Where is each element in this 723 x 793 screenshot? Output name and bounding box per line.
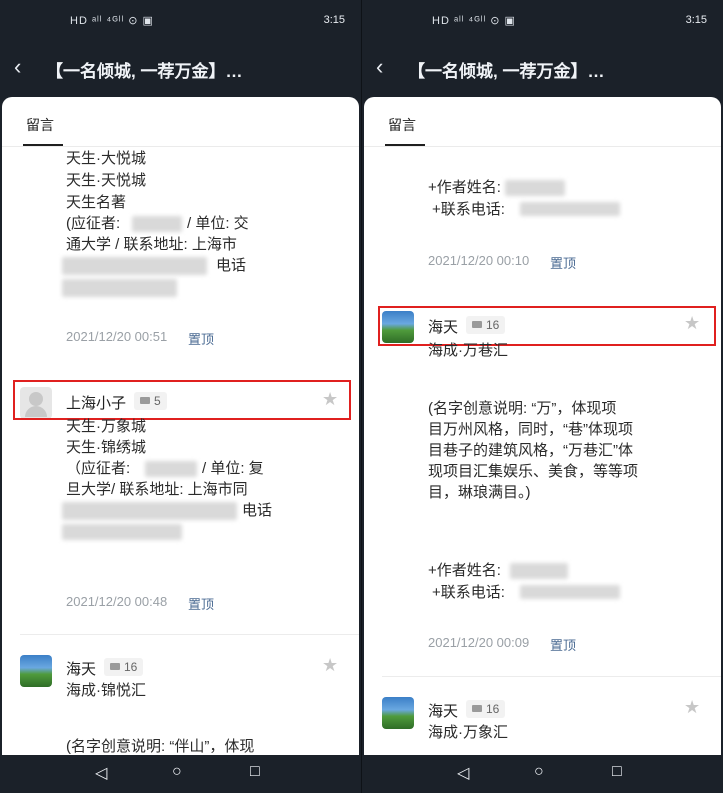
comment-text: （应征者: xyxy=(66,460,131,477)
comment-date: 2021/12/20 00:09 xyxy=(428,635,530,650)
comment-text: 海成·锦悦汇 xyxy=(66,682,146,699)
highlight-box xyxy=(13,380,351,420)
blurred-text xyxy=(62,502,237,520)
comment-icon xyxy=(472,705,482,713)
comments-content: 留言 天生·大悦城 天生·天悦城 天生名著 (应征者: / 单位: 交 通大学 … xyxy=(2,97,359,755)
reply-count-badge: 16 xyxy=(104,658,144,676)
page-title: 【一名倾城, 一荐万金】… xyxy=(46,62,243,81)
recent-apps-icon[interactable]: □ xyxy=(612,763,622,781)
comment-date: 2021/12/20 00:51 xyxy=(66,329,168,344)
pin-button[interactable]: 置顶 xyxy=(188,594,214,613)
comment-date: 2021/12/20 00:48 xyxy=(66,594,168,609)
home-nav-icon[interactable]: ○ xyxy=(534,763,544,781)
comment-text: (名字创意说明: “伴山”，体现 xyxy=(66,738,255,755)
commenter-name[interactable]: 海天 xyxy=(428,700,458,721)
comment-text: 目巷子的建筑风格，“万巷汇”体 xyxy=(428,442,633,459)
comment-icon xyxy=(110,663,120,671)
comment-text: 目万州风格，同时，“巷”体现项 xyxy=(428,421,633,438)
status-time: 3:15 xyxy=(323,14,345,26)
comment-text: / 单位: 交 xyxy=(187,215,249,232)
tab-comments[interactable]: 留言 xyxy=(26,115,54,135)
home-nav-icon[interactable]: ○ xyxy=(172,763,182,781)
comment-text: 旦大学/ 联系地址: 上海市同 xyxy=(66,481,248,498)
recent-apps-icon[interactable]: □ xyxy=(250,763,260,781)
comment-text: 电话 xyxy=(216,257,247,274)
comment-text: 天生·天悦城 xyxy=(66,172,146,189)
comment-text: +联系电话: xyxy=(432,584,505,601)
comment-text: 天生·锦绣城 xyxy=(66,439,146,456)
back-nav-icon[interactable]: ◁ xyxy=(457,763,469,783)
reply-count-badge: 16 xyxy=(466,700,506,718)
tab-divider xyxy=(2,146,359,147)
comment-text: (应征者: xyxy=(66,215,121,232)
comment-text: 海成·万象汇 xyxy=(428,724,508,741)
highlight-box xyxy=(378,306,716,346)
comments-content: 留言 +作者姓名: +联系电话: 2021/12/20 00:10 置顶 海天 … xyxy=(364,97,721,755)
commenter-name[interactable]: 海天 xyxy=(66,658,96,679)
comment-text: / 单位: 复 xyxy=(202,460,264,477)
comment-text: 通大学 / 联系地址: 上海市 xyxy=(66,236,237,253)
status-time: 3:15 xyxy=(685,14,707,26)
nav-bar: ‹ 【一名倾城, 一荐万金】… xyxy=(0,40,361,96)
tab-divider xyxy=(364,146,721,147)
divider xyxy=(20,634,359,635)
comment-text: +联系电话: xyxy=(432,201,505,218)
back-arrow-icon[interactable]: ‹ xyxy=(376,55,400,79)
blurred-text xyxy=(62,257,207,275)
nav-bar: ‹ 【一名倾城, 一荐万金】… xyxy=(362,40,723,96)
comment-text: 现项目汇集娱乐、美食，等等项 xyxy=(428,463,639,480)
pin-button[interactable]: 置顶 xyxy=(188,329,214,348)
blurred-text xyxy=(520,585,620,599)
tab-comments[interactable]: 留言 xyxy=(388,115,416,135)
pin-button[interactable]: 置顶 xyxy=(550,635,576,654)
blurred-text xyxy=(505,180,565,196)
star-icon[interactable]: ★ xyxy=(684,697,700,718)
star-icon[interactable]: ★ xyxy=(322,655,338,676)
blurred-text xyxy=(145,461,197,477)
status-left-icons: HD ᵃˡˡ ⁴ᴳˡˡ ⊙ ▣ xyxy=(70,15,154,27)
pin-button[interactable]: 置顶 xyxy=(550,253,576,272)
comment-text: 电话 xyxy=(242,502,273,519)
back-arrow-icon[interactable]: ‹ xyxy=(14,55,38,79)
status-left-icons: HD ᵃˡˡ ⁴ᴳˡˡ ⊙ ▣ xyxy=(432,15,516,27)
avatar[interactable] xyxy=(20,655,52,687)
comment-text: 天生·大悦城 xyxy=(66,150,146,167)
left-screen: HD ᵃˡˡ ⁴ᴳˡˡ ⊙ ▣ 3:15 ‹ 【一名倾城, 一荐万金】… 留言 … xyxy=(0,0,361,793)
blurred-text xyxy=(510,563,568,579)
page-title: 【一名倾城, 一荐万金】… xyxy=(408,62,605,81)
blurred-text xyxy=(132,216,182,232)
comment-text: 天生名著 xyxy=(66,194,127,211)
blurred-text xyxy=(62,279,177,297)
status-bar: HD ᵃˡˡ ⁴ᴳˡˡ ⊙ ▣ 3:15 xyxy=(0,0,361,40)
comment-date: 2021/12/20 00:10 xyxy=(428,253,530,268)
blurred-text xyxy=(520,202,620,216)
comment-text: +作者姓名: xyxy=(428,179,501,196)
comment-text: (名字创意说明: “万”，体现项 xyxy=(428,400,617,417)
back-nav-icon[interactable]: ◁ xyxy=(95,763,107,783)
comment-text: 海成·万巷汇 xyxy=(428,342,508,359)
avatar[interactable] xyxy=(382,697,414,729)
comment-text: +作者姓名: xyxy=(428,562,501,579)
comment-text: 天生·万象城 xyxy=(66,418,146,435)
right-screen: HD ᵃˡˡ ⁴ᴳˡˡ ⊙ ▣ 3:15 ‹ 【一名倾城, 一荐万金】… 留言 … xyxy=(362,0,723,793)
blurred-text xyxy=(62,524,182,540)
comment-text: 目，琳琅满目。) xyxy=(428,484,531,501)
status-bar: HD ᵃˡˡ ⁴ᴳˡˡ ⊙ ▣ 3:15 xyxy=(362,0,723,40)
divider xyxy=(382,676,721,677)
